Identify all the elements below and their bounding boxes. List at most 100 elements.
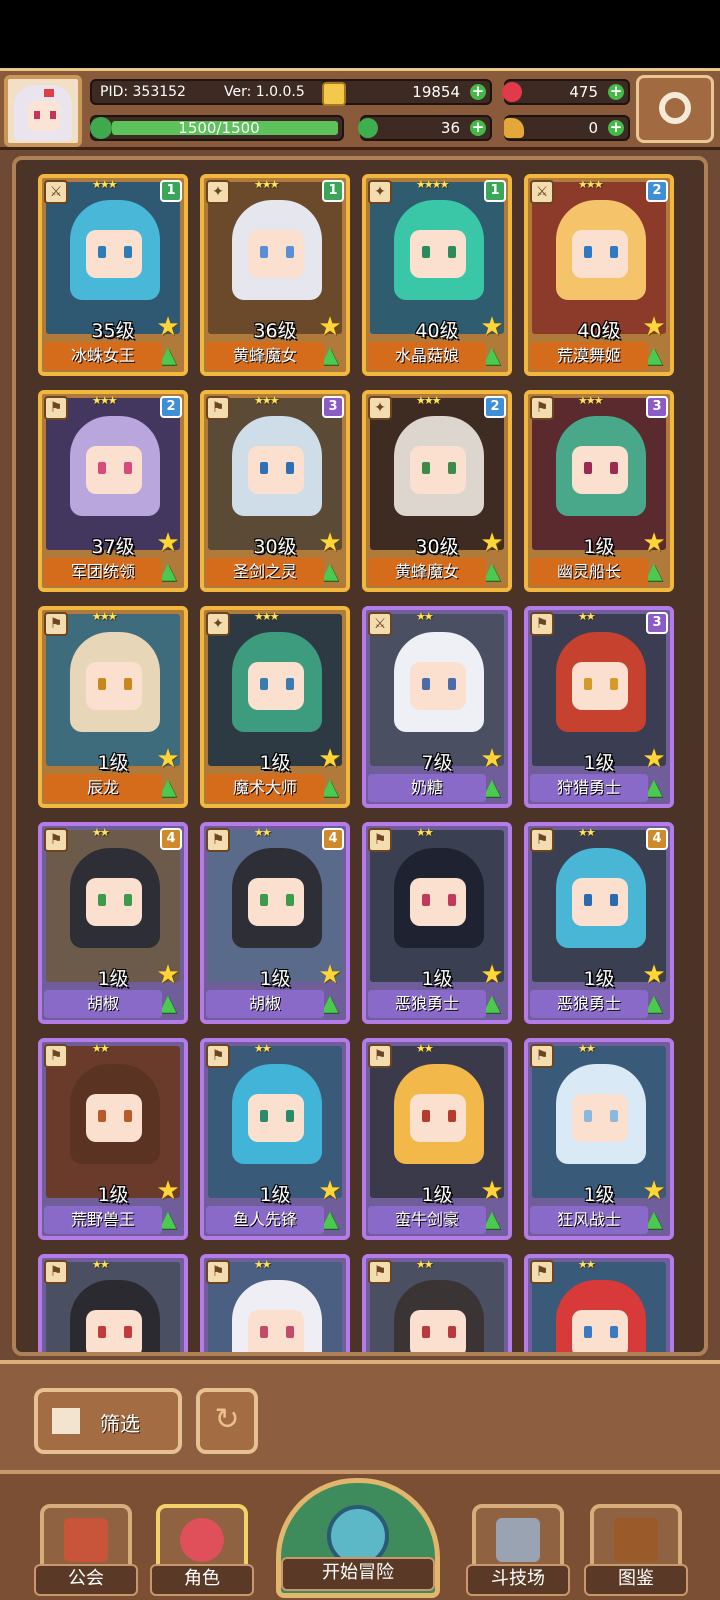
hero-card[interactable]: ⚑ ★★ 4 1级 ★ ▲ 胡椒 [38,822,188,1024]
star-upgrade-icon[interactable]: ★ [478,530,506,556]
star-upgrade-icon[interactable]: ★ [316,314,344,340]
hero-face [248,878,304,926]
hero-card[interactable]: ⚑ ★★★ 1级 ★ ▲ 辰龙 [38,606,188,808]
hero-face [410,878,466,926]
nav-start-adventure[interactable]: 开始冒险 [276,1478,440,1598]
gold-coin-icon [322,82,346,106]
filter-button[interactable]: 筛选 [34,1388,182,1454]
hero-rarity-stars: ★★ [578,1042,596,1055]
hero-card[interactable]: ⚔ ★★★ 2 40级 ★ ▲ 荒漠舞姬 [524,174,674,376]
hero-rarity-stars: ★★ [254,1042,272,1055]
hero-card[interactable]: ⚑ ★★ 1级 ★ ▲ 狂风战士 [524,1038,674,1240]
star-upgrade-icon[interactable]: ★ [154,746,182,772]
hero-rank-badge: 1 [160,180,182,202]
hero-card[interactable]: ⚑ ★★ 1级 ★ ▲ 鱼人先锋 [200,1038,350,1240]
hero-card[interactable]: ⚑ ★★ [200,1254,350,1352]
hero-class-icon: ⚔ [44,180,68,204]
clover-counter: 36 + [358,115,492,141]
hero-eye [610,1326,618,1338]
hero-rank-badge: 3 [646,612,668,634]
hero-face [248,230,304,278]
hero-name: 冰蛛女王 [44,342,162,370]
star-upgrade-icon[interactable]: ★ [478,962,506,988]
hero-class-icon: ⚔ [530,180,554,204]
key-value: 0 [588,119,598,137]
hero-class-icon: ⚑ [530,1260,554,1284]
hero-card[interactable]: ⚑ ★★ 1级 ★ ▲ 恶狼勇士 [362,822,512,1024]
hero-name: 水晶菇娘 [368,342,486,370]
star-upgrade-icon[interactable]: ★ [154,962,182,988]
hero-card[interactable]: ✦ ★★★ 1 36级 ★ ▲ 黄蜂魔女 [200,174,350,376]
star-upgrade-icon[interactable]: ★ [640,530,668,556]
hero-name: 荒漠舞姬 [530,342,648,370]
star-upgrade-icon[interactable]: ★ [478,746,506,772]
hero-card[interactable]: ⚑ ★★ [38,1254,188,1352]
add-gem-button[interactable]: + [608,84,624,100]
hero-card[interactable]: ⚔ ★★ 7级 ★ ▲ 奶糖 [362,606,512,808]
star-upgrade-icon[interactable]: ★ [316,530,344,556]
star-upgrade-icon[interactable]: ★ [316,1178,344,1204]
hero-class-icon: ⚔ [368,612,392,636]
star-upgrade-icon[interactable]: ★ [640,962,668,988]
settings-button[interactable] [636,75,714,143]
hero-eye [448,1326,456,1338]
hero-eye [448,678,456,690]
hero-card[interactable]: ⚑ ★★ 4 1级 ★ ▲ 胡椒 [200,822,350,1024]
nav-codex[interactable]: 图鉴 [584,1504,688,1596]
hero-name: 黄蜂魔女 [368,558,486,586]
hero-card[interactable]: ⚑ ★★ 4 1级 ★ ▲ 恶狼勇士 [524,822,674,1024]
hero-eye [584,1326,592,1338]
hero-name: 奶糖 [368,774,486,802]
hero-card[interactable]: ⚑ ★★ [524,1254,674,1352]
hero-eye [98,1326,106,1338]
add-gold-button[interactable]: + [470,84,486,100]
clover-icon [358,118,378,138]
star-upgrade-icon[interactable]: ★ [154,530,182,556]
hero-card[interactable]: ✦ ★★★★ 1 40级 ★ ▲ 水晶菇娘 [362,174,512,376]
hero-face [248,1310,304,1352]
gear-icon [659,92,691,124]
hero-rank-badge: 2 [160,396,182,418]
hero-eye [448,246,456,258]
star-upgrade-icon[interactable]: ★ [316,962,344,988]
star-upgrade-icon[interactable]: ★ [640,1178,668,1204]
book-icon [614,1518,658,1562]
ruby-gem-icon [502,82,522,102]
star-upgrade-icon[interactable]: ★ [316,746,344,772]
player-avatar[interactable] [4,75,82,147]
hero-card[interactable]: ⚑ ★★ 1级 ★ ▲ 荒野兽王 [38,1038,188,1240]
hero-face [572,230,628,278]
hero-eye [584,462,592,474]
star-upgrade-icon[interactable]: ★ [640,314,668,340]
hero-card[interactable]: ⚑ ★★★ 2 37级 ★ ▲ 军团统领 [38,390,188,592]
nav-character[interactable]: 角色 [150,1504,254,1596]
hero-rarity-stars: ★★★ [92,610,118,623]
star-upgrade-icon[interactable]: ★ [478,314,506,340]
star-upgrade-icon[interactable]: ★ [154,1178,182,1204]
hero-card[interactable]: ⚑ ★★★ 3 30级 ★ ▲ 圣剑之灵 [200,390,350,592]
nav-guild[interactable]: 公会 [34,1504,138,1596]
hero-grid[interactable]: ⚔ ★★★ 1 35级 ★ ▲ 冰蛛女王 ✦ ★★★ 1 36级 ★ ▲ 黄蜂魔女 ✦ ★★★★ 1 40级 ★ ▲ 水… [12,156,708,1356]
star-upgrade-icon[interactable]: ★ [154,314,182,340]
hero-eye [610,894,618,906]
star-upgrade-icon[interactable]: ★ [640,746,668,772]
hero-class-icon: ✦ [368,180,392,204]
refresh-button[interactable]: ↻ [196,1388,258,1454]
hero-eye [98,246,106,258]
hero-card[interactable]: ✦ ★★★ 1级 ★ ▲ 魔术大师 [200,606,350,808]
hero-face [86,230,142,278]
nav-arena[interactable]: 斗技场 [466,1504,570,1596]
hero-card[interactable]: ✦ ★★★ 2 30级 ★ ▲ 黄蜂魔女 [362,390,512,592]
character-icon [180,1518,224,1562]
hero-face [572,1310,628,1352]
hero-card[interactable]: ⚑ ★★ 3 1级 ★ ▲ 狩猎勇士 [524,606,674,808]
hero-card[interactable]: ⚔ ★★★ 1 35级 ★ ▲ 冰蛛女王 [38,174,188,376]
hero-rank-badge: 2 [646,180,668,202]
hero-card[interactable]: ⚑ ★★ 1级 ★ ▲ 蛮牛剑豪 [362,1038,512,1240]
star-upgrade-icon[interactable]: ★ [478,1178,506,1204]
hero-card[interactable]: ⚑ ★★ [362,1254,512,1352]
hero-card[interactable]: ⚑ ★★★ 3 1级 ★ ▲ 幽灵船长 [524,390,674,592]
add-key-button[interactable]: + [608,120,624,136]
add-clover-button[interactable]: + [470,120,486,136]
hero-face [86,878,142,926]
